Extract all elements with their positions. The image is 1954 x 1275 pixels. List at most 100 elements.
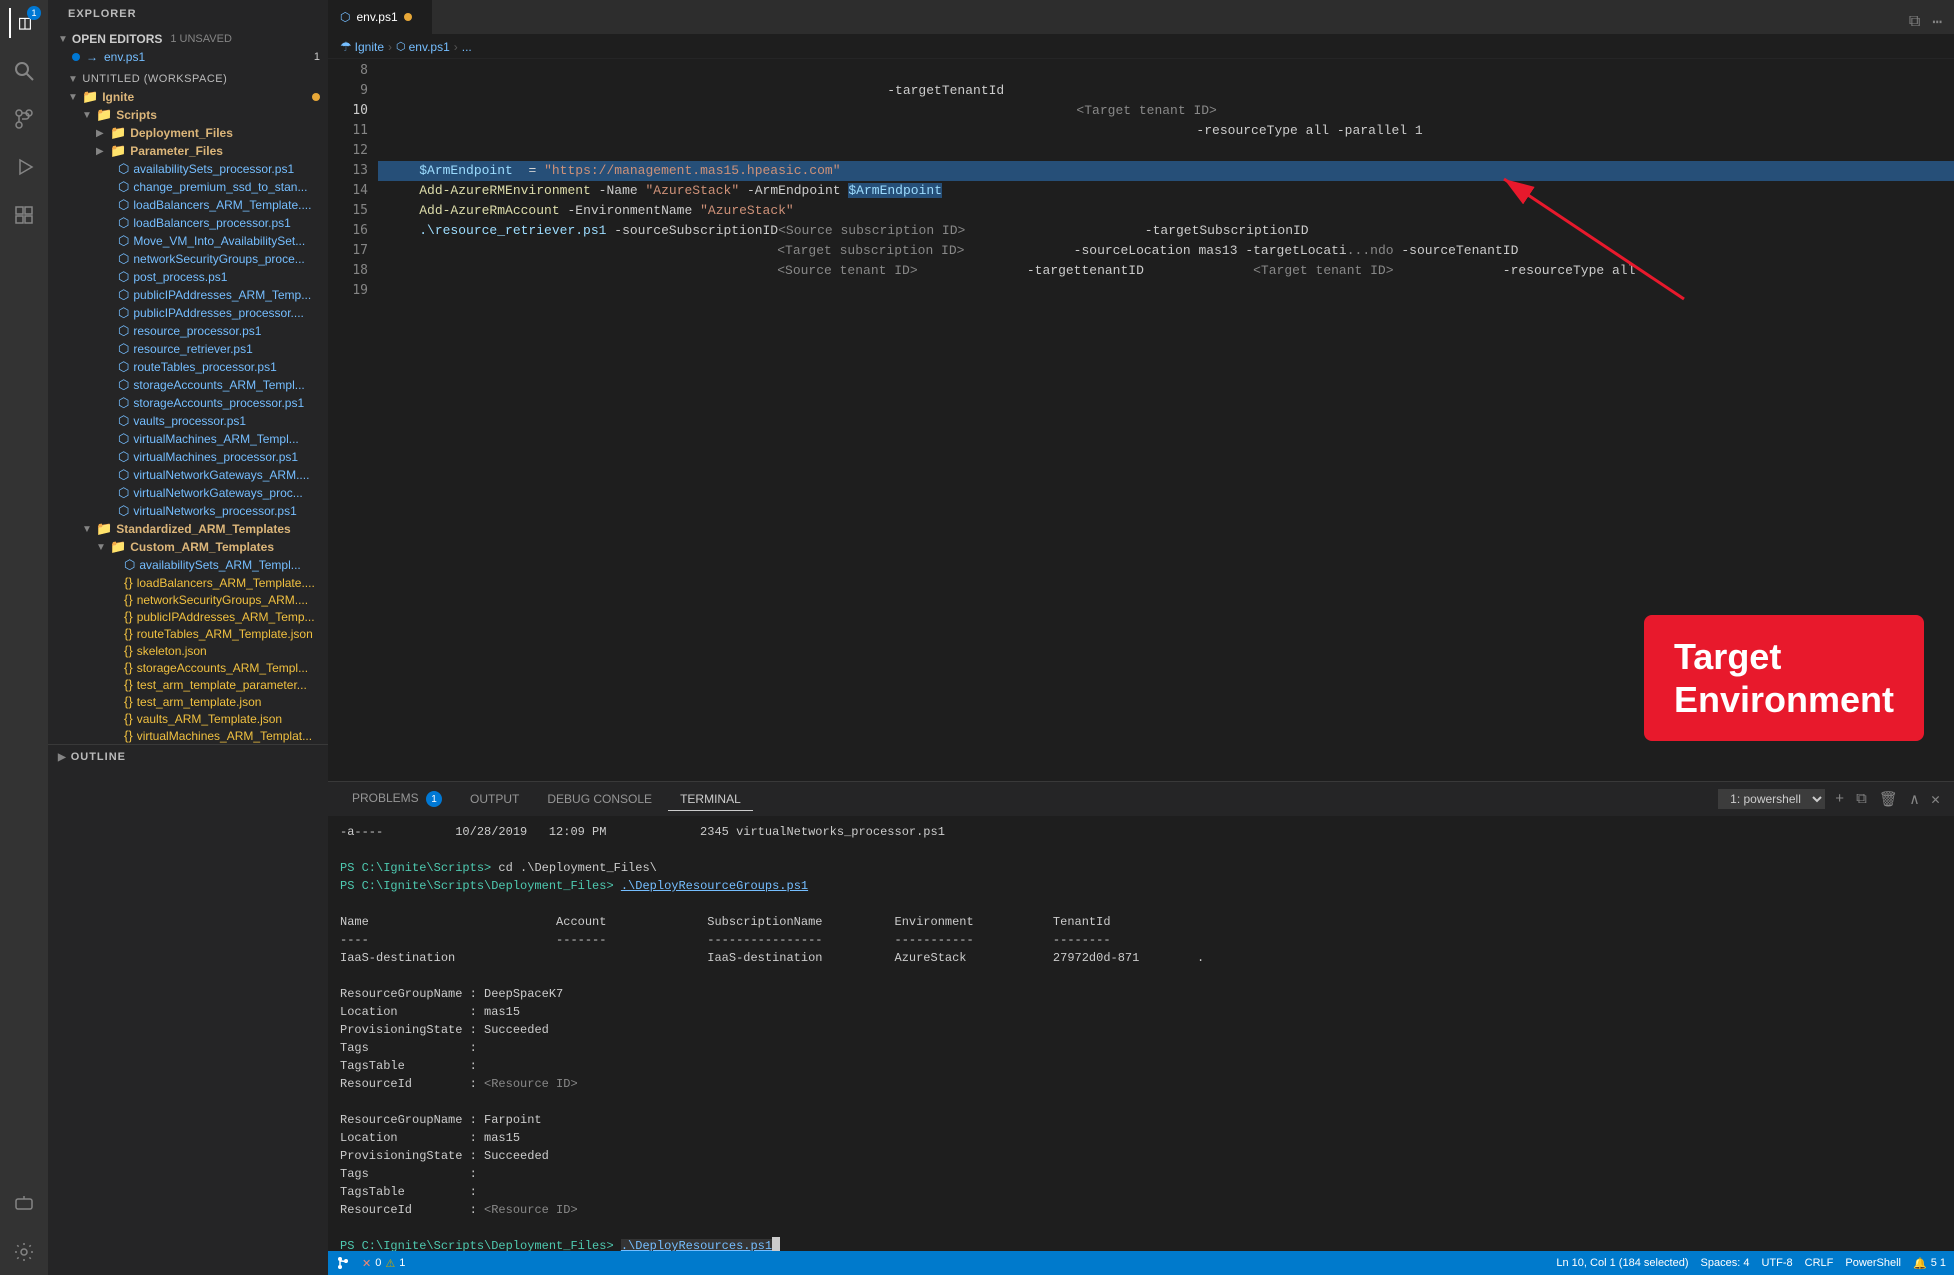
parameter-files-folder[interactable]: ▶ 📁 Parameter_Files bbox=[48, 142, 328, 160]
json-arm-icon-1: {} bbox=[124, 575, 133, 590]
arm-vm[interactable]: {}virtualMachines_ARM_Templat... bbox=[48, 727, 328, 744]
ps1-file-icon-2: ⬡ bbox=[118, 179, 129, 195]
tree-item-nsg[interactable]: ⬡networkSecurityGroups_proce... bbox=[48, 250, 328, 268]
tree-item-vm-arm[interactable]: ⬡virtualMachines_ARM_Templ... bbox=[48, 430, 328, 448]
breadcrumb-ellipsis[interactable]: ... bbox=[462, 40, 472, 54]
encoding-status[interactable]: UTF-8 bbox=[1761, 1257, 1792, 1269]
arm-avail[interactable]: ⬡availabilitySets_ARM_Templ... bbox=[48, 556, 328, 574]
arm-sa[interactable]: {}storageAccounts_ARM_Templ... bbox=[48, 659, 328, 676]
scripts-folder-icon: 📁 bbox=[96, 107, 112, 123]
workspace-label[interactable]: ▼ UNTITLED (WORKSPACE) bbox=[48, 70, 328, 88]
code-lines[interactable]: -targetTenantId <Target tenant ID> -reso… bbox=[378, 59, 1954, 781]
outline-section[interactable]: ▶ OUTLINE bbox=[48, 744, 328, 769]
arm-test[interactable]: {}test_arm_template.json bbox=[48, 693, 328, 710]
terminal-tab[interactable]: TERMINAL bbox=[668, 788, 753, 811]
arm-vault[interactable]: {}vaults_ARM_Template.json bbox=[48, 710, 328, 727]
tree-item-res-ret[interactable]: ⬡resource_retriever.ps1 bbox=[48, 340, 328, 358]
source-control-activity-icon[interactable] bbox=[9, 104, 39, 134]
json-arm-icon-6: {} bbox=[124, 660, 133, 675]
t-line-5 bbox=[340, 895, 1942, 913]
standardized-arm-folder[interactable]: ▼ 📁 Standardized_ARM_Templates bbox=[48, 520, 328, 538]
arm-rt[interactable]: {}routeTables_ARM_Template.json bbox=[48, 625, 328, 642]
settings-activity-icon[interactable] bbox=[9, 1237, 39, 1267]
add-terminal-button[interactable]: + bbox=[1833, 789, 1846, 810]
close-panel-button[interactable]: ✕ bbox=[1929, 788, 1942, 811]
deployment-files-folder[interactable]: ▶ 📁 Deployment_Files bbox=[48, 124, 328, 142]
tree-item-vm-proc[interactable]: ⬡virtualMachines_processor.ps1 bbox=[48, 448, 328, 466]
arm-lb[interactable]: {} loadBalancers_ARM_Template.... bbox=[48, 574, 328, 591]
json-arm-icon-9: {} bbox=[124, 711, 133, 726]
ignite-folder[interactable]: ▼ 📁 Ignite bbox=[48, 88, 328, 106]
arm-rt-name: routeTables_ARM_Template.json bbox=[137, 627, 313, 641]
ps1-file-icon-17: ⬡ bbox=[118, 449, 129, 465]
git-branch-status[interactable] bbox=[336, 1256, 350, 1270]
arm-skeleton[interactable]: {}skeleton.json bbox=[48, 642, 328, 659]
maximize-panel-button[interactable]: ∧ bbox=[1908, 788, 1921, 811]
files-activity-icon[interactable]: ◫ 1 bbox=[9, 8, 39, 38]
ln-14: 14 bbox=[328, 181, 368, 201]
ps1-file-icon-3: ⬡ bbox=[118, 197, 129, 213]
errors-status[interactable]: ✕ 0 ⚠ 1 bbox=[362, 1257, 405, 1270]
tree-item-avail[interactable]: ⬡availabilitySets_processor.ps1 bbox=[48, 160, 328, 178]
tree-item-sa-proc[interactable]: ⬡storageAccounts_processor.ps1 bbox=[48, 394, 328, 412]
tree-item-sa-arm[interactable]: ⬡storageAccounts_ARM_Templ... bbox=[48, 376, 328, 394]
tree-item-movevm[interactable]: ⬡Move_VM_Into_AvailabilitySet... bbox=[48, 232, 328, 250]
arm-nsg[interactable]: {}networkSecurityGroups_ARM.... bbox=[48, 591, 328, 608]
kill-terminal-button[interactable]: 🗑 bbox=[1877, 788, 1900, 811]
breadcrumb-ignite[interactable]: ☂ Ignite bbox=[340, 39, 384, 55]
extensions-activity-icon[interactable] bbox=[9, 200, 39, 230]
tree-item-vng-arm[interactable]: ⬡virtualNetworkGateways_ARM.... bbox=[48, 466, 328, 484]
language-status[interactable]: PowerShell bbox=[1845, 1257, 1901, 1269]
tree-item-sa-proc-name: storageAccounts_processor.ps1 bbox=[133, 396, 304, 410]
code-line-15-container: .\resource_retriever.ps1 -sourceSubscrip… bbox=[378, 221, 1954, 281]
terminal-select[interactable]: 1: powershell bbox=[1718, 789, 1825, 809]
tree-item-vng-proc[interactable]: ⬡virtualNetworkGateways_proc... bbox=[48, 484, 328, 502]
tree-item-res-proc[interactable]: ⬡resource_processor.ps1 bbox=[48, 322, 328, 340]
tree-item-rt-proc[interactable]: ⬡routeTables_processor.ps1 bbox=[48, 358, 328, 376]
tree-item-movevm-name: Move_VM_Into_AvailabilitySet... bbox=[133, 234, 305, 248]
arm-pip[interactable]: {}publicIPAddresses_ARM_Temp... bbox=[48, 608, 328, 625]
tree-item-pip-arm[interactable]: ⬡publicIPAddresses_ARM_Temp... bbox=[48, 286, 328, 304]
line-ending-status[interactable]: CRLF bbox=[1805, 1257, 1834, 1269]
breadcrumb-env[interactable]: ⬡ env.ps1 bbox=[396, 40, 450, 54]
ln-17: 17 bbox=[328, 241, 368, 261]
ln-col-status[interactable]: Ln 10, Col 1 (184 selected) bbox=[1556, 1257, 1688, 1269]
t-line-7: ---- ------- ---------------- ----------… bbox=[340, 931, 1942, 949]
tree-item-lb-proc[interactable]: ⬡loadBalancers_processor.ps1 bbox=[48, 214, 328, 232]
tree-item-vault-proc[interactable]: ⬡vaults_processor.ps1 bbox=[48, 412, 328, 430]
callout-text: TargetEnvironment bbox=[1674, 636, 1894, 720]
output-tab[interactable]: OUTPUT bbox=[458, 788, 531, 810]
split-terminal-button[interactable]: ⧉ bbox=[1854, 788, 1869, 810]
open-editor-item[interactable]: → env.ps1 1 bbox=[48, 48, 328, 66]
arm-test-param[interactable]: {}test_arm_template_parameter... bbox=[48, 676, 328, 693]
tree-item-vnet-proc[interactable]: ⬡virtualNetworks_processor.ps1 bbox=[48, 502, 328, 520]
breadcrumb-sep-2: › bbox=[454, 40, 458, 54]
tree-item-lb-arm[interactable]: ⬡loadBalancers_ARM_Template.... bbox=[48, 196, 328, 214]
problems-tab[interactable]: PROBLEMS 1 bbox=[340, 787, 454, 812]
custom-arm-folder[interactable]: ▼ 📁 Custom_ARM_Templates bbox=[48, 538, 328, 556]
tab-bar: ⬡ env.ps1 ⧉ ⋯ bbox=[328, 0, 1954, 35]
parameter-folder-icon: 📁 bbox=[110, 143, 126, 159]
search-activity-icon[interactable] bbox=[9, 56, 39, 86]
remote-activity-icon[interactable] bbox=[9, 1189, 39, 1219]
spaces-status[interactable]: Spaces: 4 bbox=[1701, 1257, 1750, 1269]
arm-lb-name: loadBalancers_ARM_Template.... bbox=[137, 576, 315, 590]
terminal-content[interactable]: -a---- 10/28/2019 12:09 PM 2345 virtualN… bbox=[328, 817, 1954, 1251]
scripts-folder[interactable]: ▼ 📁 Scripts bbox=[48, 106, 328, 124]
tree-item-post[interactable]: ⬡post_process.ps1 bbox=[48, 268, 328, 286]
more-actions-button[interactable]: ⋯ bbox=[1928, 10, 1946, 34]
debug-activity-icon[interactable] bbox=[9, 152, 39, 182]
tab-env-ps1[interactable]: ⬡ env.ps1 bbox=[328, 0, 432, 34]
open-editors-toggle[interactable]: ▼ OPEN EDITORS 1 UNSAVED bbox=[48, 30, 328, 48]
ignite-modified-dot bbox=[312, 93, 320, 101]
code-line-11: Add-AzureRMEnvironment -Name "AzureStack… bbox=[378, 181, 1954, 201]
tree-item-post-name: post_process.ps1 bbox=[133, 270, 227, 284]
tree-item-pip-proc[interactable]: ⬡publicIPAddresses_processor.... bbox=[48, 304, 328, 322]
tree-item-change[interactable]: ⬡change_premium_ssd_to_stan... bbox=[48, 178, 328, 196]
debug-console-tab[interactable]: DEBUG CONSOLE bbox=[535, 788, 664, 810]
split-editor-button[interactable]: ⧉ bbox=[1905, 11, 1924, 33]
tab-bar-actions: ⧉ ⋯ bbox=[1897, 10, 1954, 34]
spaces-text: Spaces: 4 bbox=[1701, 1257, 1750, 1269]
notification-status[interactable]: 🔔 5 1 bbox=[1913, 1257, 1946, 1270]
language-text: PowerShell bbox=[1845, 1257, 1901, 1269]
